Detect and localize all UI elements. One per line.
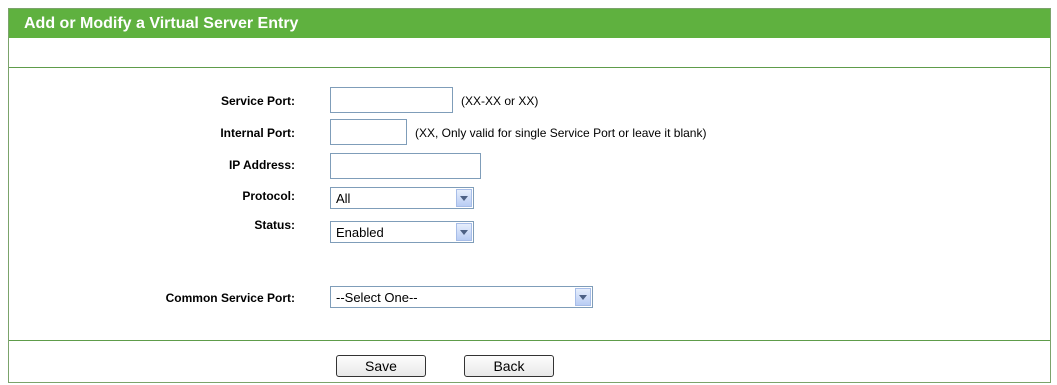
internal-port-hint: (XX, Only valid for single Service Port … [415, 126, 707, 140]
divider-bottom [9, 340, 1050, 341]
status-value: Enabled [336, 225, 384, 240]
service-port-label: Service Port: [220, 94, 295, 108]
protocol-label: Protocol: [242, 189, 295, 203]
protocol-value: All [336, 191, 351, 206]
save-button[interactable]: Save [336, 355, 426, 377]
chevron-down-icon[interactable] [575, 288, 591, 306]
virtual-server-form: Add or Modify a Virtual Server Entry Ser… [8, 8, 1051, 383]
internal-port-input[interactable] [330, 119, 407, 145]
divider-top [9, 67, 1050, 68]
status-label: Status: [254, 218, 295, 232]
ip-address-label: IP Address: [228, 158, 295, 172]
back-button[interactable]: Back [464, 355, 554, 377]
common-service-port-select[interactable]: --Select One-- [330, 286, 593, 308]
chevron-down-icon[interactable] [456, 189, 472, 207]
ip-address-input[interactable] [330, 153, 481, 179]
protocol-select[interactable]: All [330, 187, 474, 209]
status-select[interactable]: Enabled [330, 221, 474, 243]
chevron-down-icon[interactable] [456, 223, 472, 241]
internal-port-label: Internal Port: [220, 126, 295, 140]
common-service-port-label: Common Service Port: [165, 291, 295, 305]
service-port-hint: (XX-XX or XX) [461, 94, 539, 108]
page-title: Add or Modify a Virtual Server Entry [9, 9, 1050, 38]
common-service-port-value: --Select One-- [336, 290, 418, 305]
service-port-input[interactable] [330, 87, 453, 113]
